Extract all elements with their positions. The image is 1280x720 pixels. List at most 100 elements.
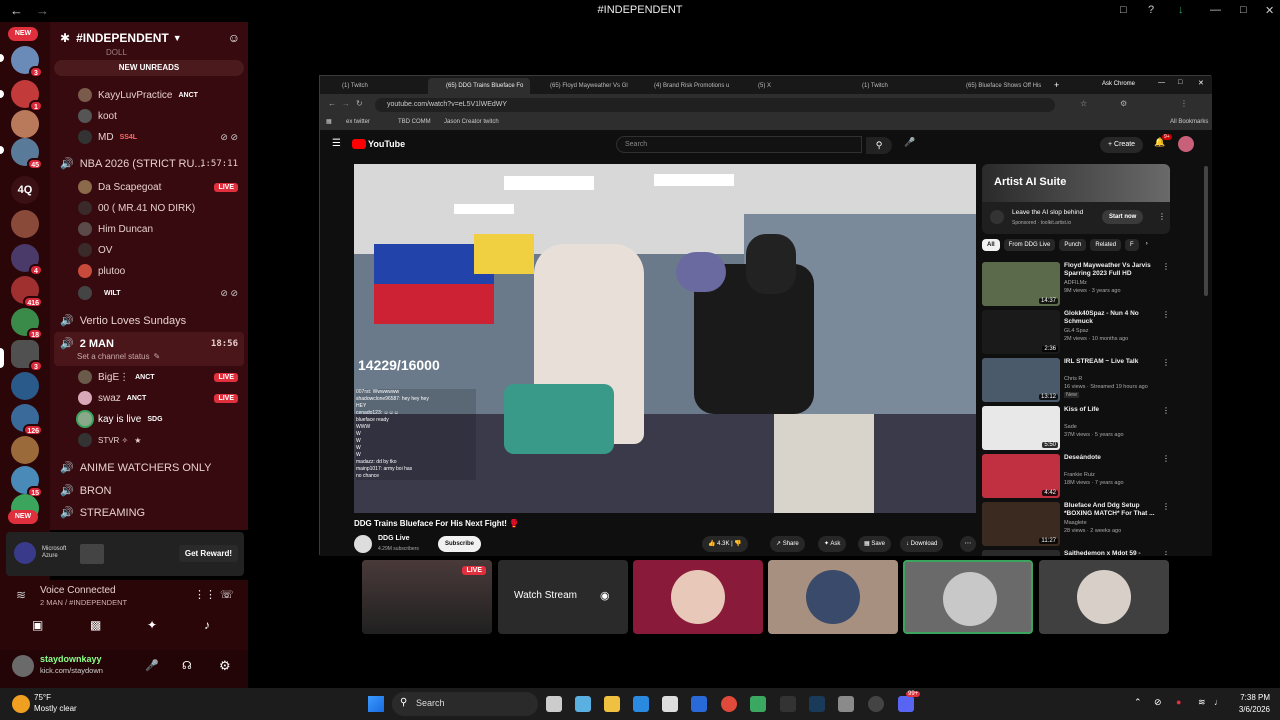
- voice-channel-vertio[interactable]: 🔊 Vertio Loves Sundays: [50, 314, 248, 328]
- related-video[interactable]: 4:42 Deseándote Frankie Ruiz 18M views · 7 …: [982, 454, 1170, 498]
- voice-user[interactable]: Da Scapegoat LIVE: [50, 180, 248, 194]
- account-avatar[interactable]: [1178, 136, 1194, 152]
- voice-user[interactable]: swaz ANCT LIVE: [50, 391, 248, 405]
- server-icon-selected[interactable]: 3: [11, 340, 43, 372]
- stream-tile[interactable]: LIVE: [362, 560, 492, 634]
- video-thumbnail[interactable]: 4:42: [982, 454, 1060, 498]
- browser-tab-active[interactable]: (65) DDG Trains Blueface Fo: [428, 78, 530, 94]
- popout-icon[interactable]: ◉: [600, 589, 610, 602]
- video-channel[interactable]: ADFILMz: [1064, 280, 1087, 286]
- browser-tab[interactable]: (65) Floyd Mayweather Vs Gl: [532, 78, 634, 94]
- video-channel[interactable]: GL4 Spaz: [1064, 328, 1088, 334]
- chip-all[interactable]: All: [982, 239, 1000, 251]
- discord-icon[interactable]: [898, 696, 914, 712]
- maximize-icon[interactable]: □: [1240, 4, 1247, 16]
- video-channel[interactable]: Frankie Ruiz: [1064, 472, 1095, 478]
- weather-temp[interactable]: 75°F: [34, 693, 51, 702]
- voice-user[interactable]: Him Duncan: [50, 222, 248, 236]
- related-video[interactable]: Saithedemon x Mdot 59 - ⋮: [982, 550, 1170, 556]
- voice-user[interactable]: koot: [50, 109, 248, 123]
- voice-user[interactable]: OV: [50, 243, 248, 257]
- close-icon[interactable]: ✕: [1198, 79, 1204, 87]
- chrome-icon[interactable]: [721, 696, 737, 712]
- new-pill[interactable]: NEW: [8, 510, 38, 524]
- more-options-icon[interactable]: ⋮: [1162, 406, 1170, 415]
- download-icon[interactable]: ↓: [1178, 4, 1184, 16]
- bookmark-star-icon[interactable]: ☆: [1080, 99, 1087, 108]
- voice-user[interactable]: plutoo: [50, 264, 248, 278]
- all-bookmarks[interactable]: All Bookmarks: [1170, 119, 1208, 125]
- chip-related[interactable]: Related: [1090, 239, 1122, 251]
- search-icon[interactable]: ⚲: [866, 137, 892, 154]
- edge-icon[interactable]: [633, 696, 649, 712]
- related-video[interactable]: 11:27 Blueface And Ddg Setup *BOXING MATC…: [982, 502, 1170, 546]
- more-actions-icon[interactable]: ⋯: [960, 536, 976, 552]
- search-input[interactable]: Search: [616, 136, 862, 153]
- forward-icon[interactable]: →: [342, 99, 350, 108]
- server-icon[interactable]: 126: [11, 404, 43, 436]
- soundboard-icon[interactable]: ⋮⋮: [194, 588, 216, 601]
- activity-icon[interactable]: ✦: [147, 618, 157, 632]
- bookmark[interactable]: TBD COMM: [398, 119, 431, 125]
- more-options-icon[interactable]: ⋮: [1162, 502, 1170, 511]
- new-pill[interactable]: NEW: [8, 27, 38, 41]
- video-thumbnail[interactable]: [982, 550, 1060, 556]
- settings-icon[interactable]: [838, 696, 854, 712]
- outlook-icon[interactable]: [691, 696, 707, 712]
- browser-tab[interactable]: (4) Brand Risk Promotions u: [636, 78, 738, 94]
- voice-channel-2man[interactable]: 🔊 2 MAN 18:56: [50, 337, 248, 351]
- server-icon[interactable]: 45: [11, 138, 43, 170]
- back-icon[interactable]: ←: [328, 99, 336, 108]
- steam-icon[interactable]: [809, 696, 825, 712]
- video-thumbnail[interactable]: 13:12: [982, 358, 1060, 402]
- create-button[interactable]: + Create: [1100, 137, 1144, 153]
- restore-icon[interactable]: □: [1178, 79, 1182, 86]
- inbox-icon[interactable]: □: [1120, 4, 1127, 16]
- server-icon[interactable]: 4: [11, 244, 43, 276]
- url-field[interactable]: youtube.com/watch?v=eL5V1lWEdWY: [375, 98, 1055, 112]
- video-player[interactable]: 14229/16000 007rst: Wwwwwww shadowclone9…: [354, 164, 976, 513]
- video-thumbnail[interactable]: 14:37: [982, 262, 1060, 306]
- help-icon[interactable]: ?: [1148, 4, 1154, 16]
- video-title[interactable]: Floyd Mayweather Vs Jarvis Sparring 2023…: [1064, 262, 1160, 278]
- taskbar-search[interactable]: ⚲ Search: [392, 692, 538, 716]
- new-unreads-pill[interactable]: NEW UNREADS: [54, 60, 244, 76]
- browser-tab[interactable]: (5) X: [740, 78, 842, 94]
- participant-tile[interactable]: [768, 560, 898, 634]
- copilot-icon[interactable]: [575, 696, 591, 712]
- browser-tab[interactable]: (1) Twitch: [324, 78, 426, 94]
- network-icon[interactable]: ⊘: [1154, 697, 1162, 708]
- voice-user[interactable]: KayyLuvPractice ANCT: [50, 88, 248, 102]
- server-header[interactable]: ✱ #INDEPENDENT ▼ ☺: [50, 22, 248, 54]
- screen-share-icon[interactable]: ▩: [90, 618, 101, 632]
- voice-user[interactable]: STVR ✧ ★: [50, 433, 248, 447]
- video-title[interactable]: Glokk40Spaz - Nun 4 No Schmuck: [1064, 310, 1160, 326]
- server-icon[interactable]: [11, 110, 39, 138]
- video-thumbnail[interactable]: 11:27: [982, 502, 1060, 546]
- related-video[interactable]: 13:12 IRL STREAM ~ Live Talk Chris R 16 vie…: [982, 358, 1170, 402]
- voice-user[interactable]: MD SS4L ⊘ ⊘: [50, 130, 248, 144]
- ad-card[interactable]: Artist AI Suite Leave the AI slop behind…: [982, 164, 1170, 234]
- close-icon[interactable]: ✕: [1265, 4, 1274, 17]
- related-video[interactable]: 5:50 Kiss of Life Sade 37M views · 5 years …: [982, 406, 1170, 450]
- apps-icon[interactable]: ▦: [326, 118, 332, 125]
- chip-more[interactable]: F: [1125, 239, 1139, 251]
- like-button[interactable]: 👍 4.3K | 👎: [702, 536, 748, 552]
- voice-status[interactable]: Voice Connected: [40, 585, 116, 596]
- camera-off-icon[interactable]: ▣: [32, 618, 43, 632]
- video-thumbnail[interactable]: 5:50: [982, 406, 1060, 450]
- get-reward-button[interactable]: Get Reward!: [178, 545, 238, 562]
- voice-user[interactable]: WILT ⊘ ⊘: [50, 286, 248, 300]
- server-icon[interactable]: 416: [11, 276, 43, 308]
- minimize-icon[interactable]: —: [1210, 4, 1221, 16]
- video-channel[interactable]: Maaglete: [1064, 520, 1087, 526]
- browser-tab[interactable]: (65) Blueface Shows Off His: [948, 78, 1050, 94]
- participant-tile[interactable]: [1039, 560, 1169, 634]
- app-icon[interactable]: [868, 696, 884, 712]
- ad-cta-button[interactable]: Start now: [1102, 210, 1144, 224]
- disconnect-icon[interactable]: ☏: [220, 588, 234, 601]
- bookmark[interactable]: Jason Creator twitch: [444, 119, 499, 125]
- channel-status[interactable]: Set a channel status ✎: [50, 352, 248, 361]
- server-icon[interactable]: 3: [11, 46, 43, 78]
- weather-icon[interactable]: [12, 695, 30, 713]
